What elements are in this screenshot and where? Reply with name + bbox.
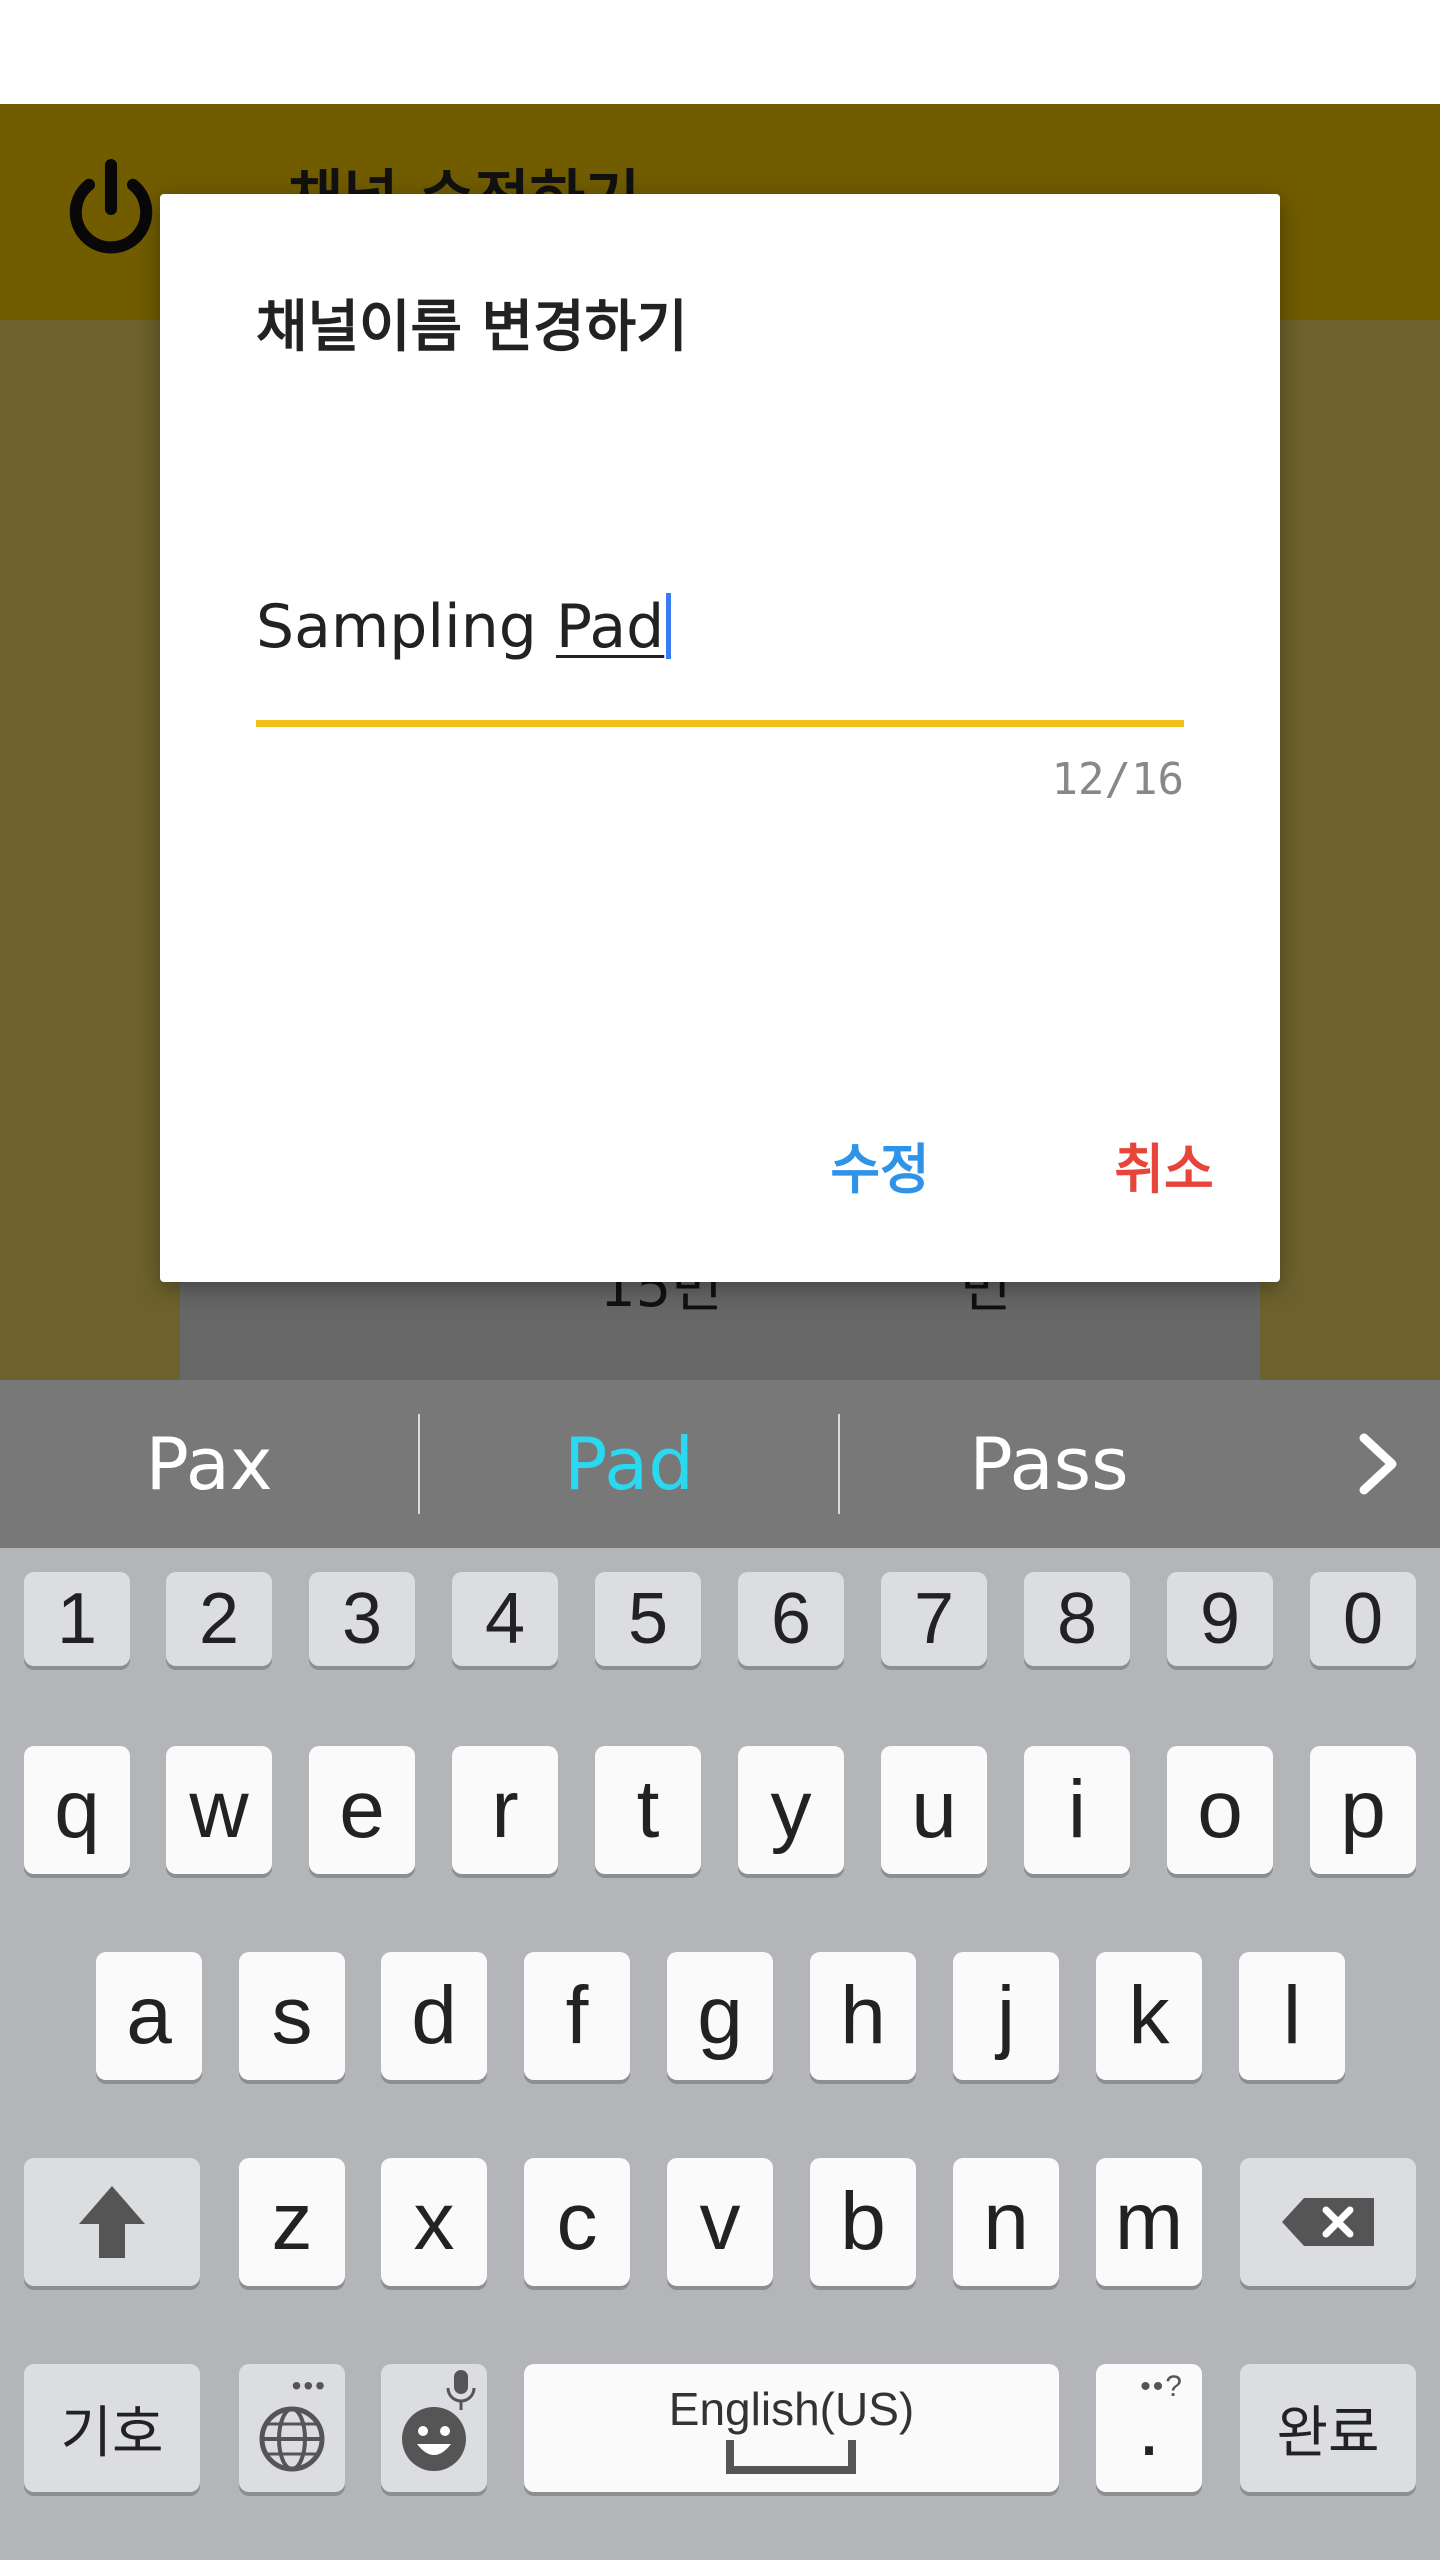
key-w[interactable]: w [166, 1746, 272, 1874]
period-key[interactable]: ••? . [1096, 2364, 1202, 2492]
key-l[interactable]: l [1239, 1952, 1345, 2080]
suggestion-item[interactable]: Pass [840, 1380, 1258, 1548]
rename-dialog: 채널이름 변경하기 Sampling Pad 12/16 수정 취소 [160, 194, 1280, 1282]
key-9[interactable]: 9 [1167, 1572, 1273, 1666]
key-h[interactable]: h [810, 1952, 916, 2080]
suggestion-item[interactable]: Pax [0, 1380, 418, 1548]
suggestion-bar: Pax Pad Pass [0, 1380, 1440, 1548]
globe-icon [259, 2406, 325, 2472]
key-z[interactable]: z [239, 2158, 345, 2286]
key-p[interactable]: p [1310, 1746, 1416, 1874]
backspace-key[interactable] [1240, 2158, 1416, 2286]
input-composing-text: Pad [555, 592, 665, 662]
key-0[interactable]: 0 [1310, 1572, 1416, 1666]
key-c[interactable]: c [524, 2158, 630, 2286]
mic-icon [446, 2370, 476, 2410]
key-7[interactable]: 7 [881, 1572, 987, 1666]
dialog-title: 채널이름 변경하기 [256, 295, 688, 360]
backspace-icon [1282, 2198, 1374, 2246]
key-d[interactable]: d [381, 1952, 487, 2080]
key-f[interactable]: f [524, 1952, 630, 2080]
key-4[interactable]: 4 [452, 1572, 558, 1666]
key-5[interactable]: 5 [595, 1572, 701, 1666]
key-r[interactable]: r [452, 1746, 558, 1874]
text-cursor [666, 593, 672, 659]
key-6[interactable]: 6 [738, 1572, 844, 1666]
key-s[interactable]: s [239, 1952, 345, 2080]
cancel-button[interactable]: 취소 [1064, 1114, 1264, 1214]
shift-icon [79, 2186, 145, 2258]
key-q[interactable]: q [24, 1746, 130, 1874]
key-x[interactable]: x [381, 2158, 487, 2286]
emoji-key[interactable] [381, 2364, 487, 2492]
key-y[interactable]: y [738, 1746, 844, 1874]
key-1[interactable]: 1 [24, 1572, 130, 1666]
status-bar [0, 0, 1440, 104]
key-t[interactable]: t [595, 1746, 701, 1874]
key-e[interactable]: e [309, 1746, 415, 1874]
key-n[interactable]: n [953, 2158, 1059, 2286]
confirm-button[interactable]: 수정 [780, 1114, 980, 1214]
input-underline [256, 720, 1184, 727]
key-b[interactable]: b [810, 2158, 916, 2286]
punctuation-hint-icon: ••? [1140, 2370, 1184, 2403]
key-3[interactable]: 3 [309, 1572, 415, 1666]
key-o[interactable]: o [1167, 1746, 1273, 1874]
key-2[interactable]: 2 [166, 1572, 272, 1666]
key-m[interactable]: m [1096, 2158, 1202, 2286]
done-key[interactable]: 완료 [1240, 2364, 1416, 2492]
suggestion-item-selected[interactable]: Pad [420, 1380, 838, 1548]
shift-key[interactable] [24, 2158, 200, 2286]
space-key-label: English(US) [668, 2383, 915, 2435]
space-bar-icon [726, 2440, 856, 2474]
character-counter: 12/16 [1051, 754, 1184, 805]
emoji-icon [402, 2407, 466, 2471]
space-key[interactable]: English(US) [524, 2364, 1059, 2492]
key-i[interactable]: i [1024, 1746, 1130, 1874]
chevron-right-icon[interactable] [1320, 1380, 1440, 1548]
input-prefix-text: Sampling [256, 592, 556, 662]
key-8[interactable]: 8 [1024, 1572, 1130, 1666]
key-j[interactable]: j [953, 1952, 1059, 2080]
symbols-key[interactable]: 기호 [24, 2364, 200, 2492]
more-dots-icon: ••• [291, 2370, 327, 2401]
key-g[interactable]: g [667, 1952, 773, 2080]
language-key[interactable]: ••• [239, 2364, 345, 2492]
key-a[interactable]: a [96, 1952, 202, 2080]
key-k[interactable]: k [1096, 1952, 1202, 2080]
key-u[interactable]: u [881, 1746, 987, 1874]
key-v[interactable]: v [667, 2158, 773, 2286]
channel-name-input[interactable]: Sampling Pad [256, 592, 672, 662]
